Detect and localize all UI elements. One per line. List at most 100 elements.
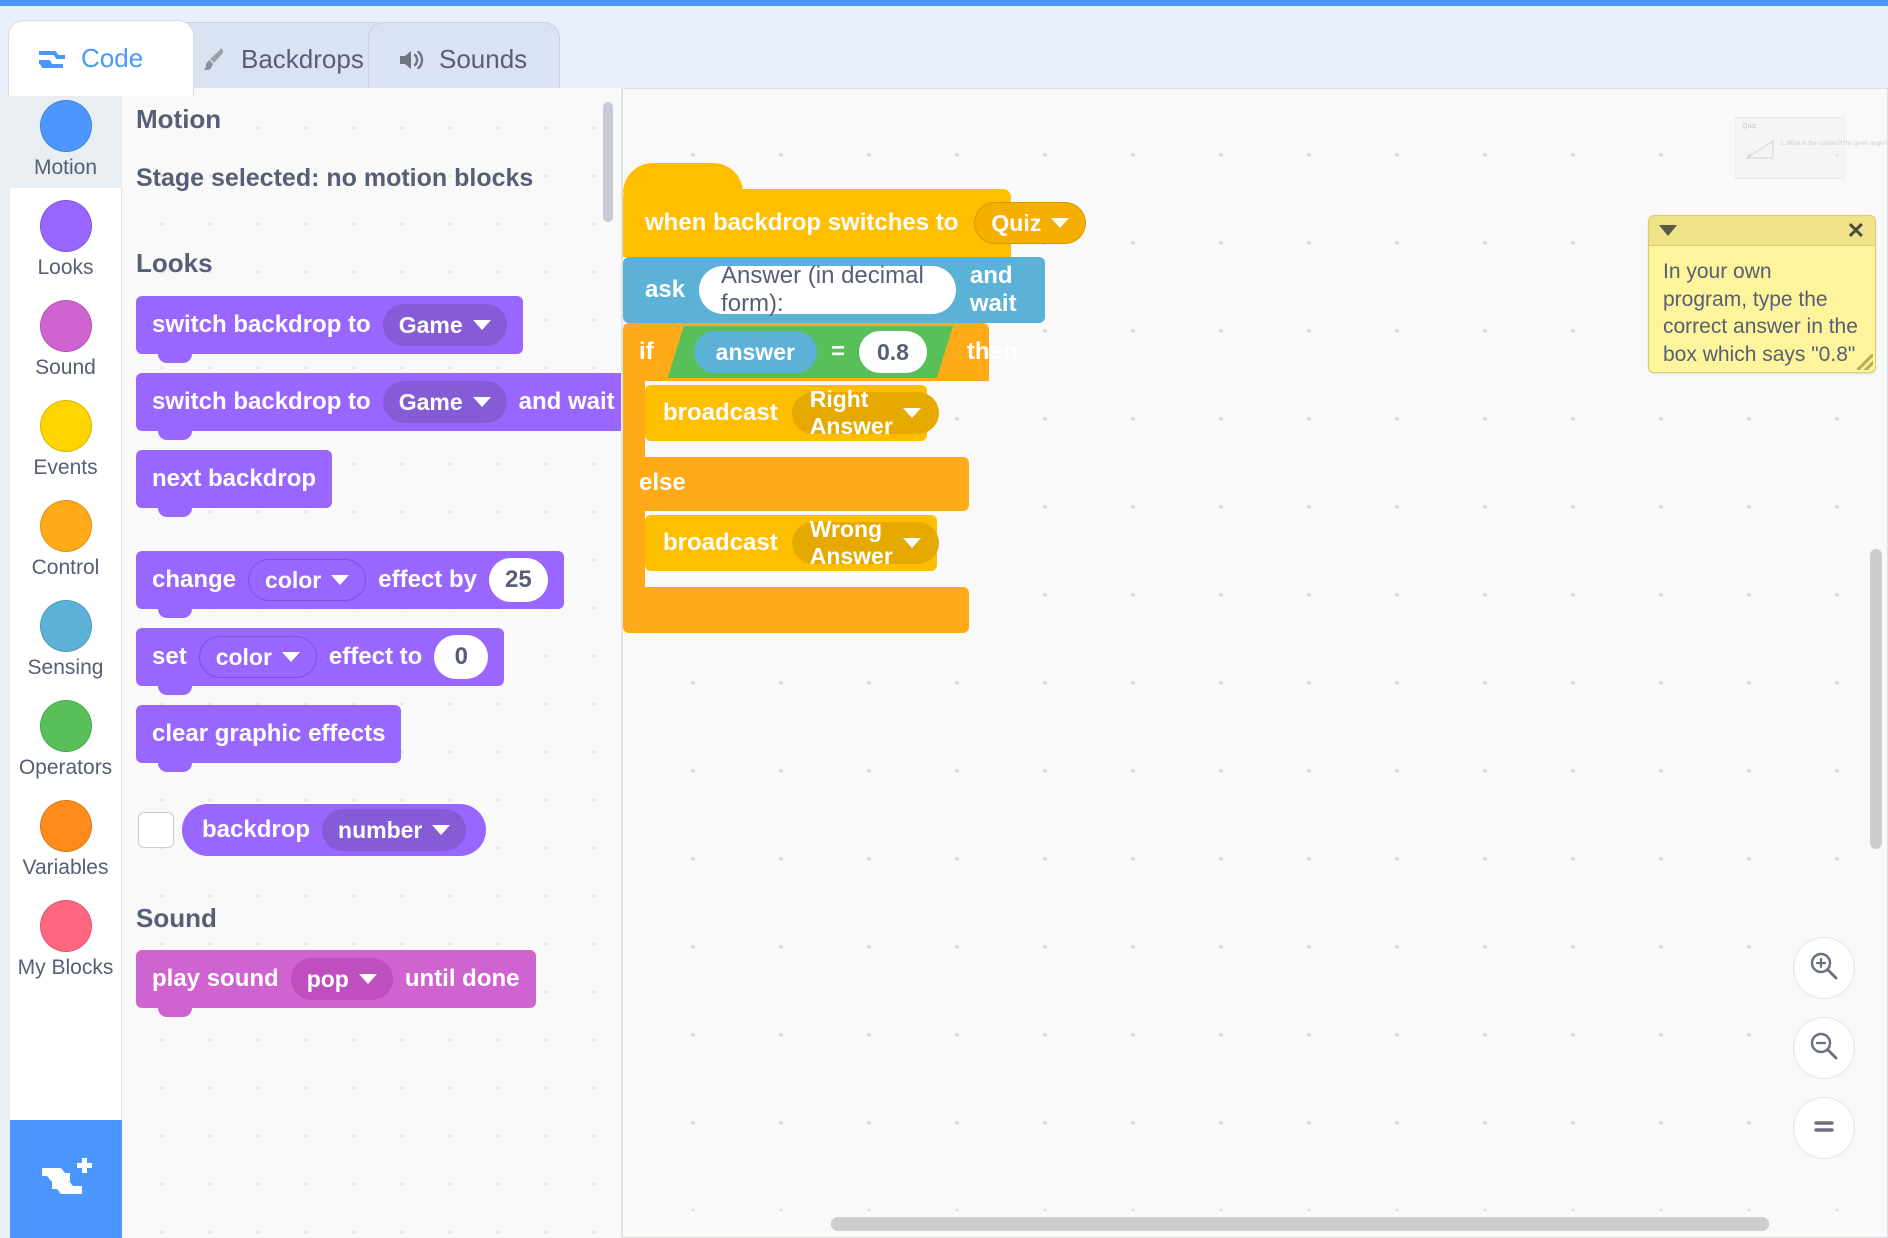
comment-header[interactable]: ✕ [1649, 216, 1875, 246]
sidebar-item-operators[interactable]: Operators [10, 688, 122, 788]
add-extension-icon [38, 1154, 94, 1205]
block-category-list: Motion Looks Sound Events Control Sensin… [9, 88, 122, 1238]
block-notch [158, 1008, 192, 1017]
tab-code[interactable]: Code [8, 20, 194, 96]
block-palette[interactable]: Motion Stage selected: no motion blocks … [122, 88, 622, 1238]
block-label: if [639, 338, 654, 365]
tab-backdrops[interactable]: Backdrops [172, 22, 390, 96]
zoom-controls [1793, 937, 1855, 1159]
block-notch [158, 609, 192, 618]
chevron-down-icon [472, 397, 491, 407]
editor-tab-bar: Code Backdrops Sounds [0, 6, 1888, 96]
block-set-effect[interactable]: set color effect to 0 [136, 628, 505, 695]
magnifier-minus-icon [1807, 1029, 1841, 1068]
block-switch-backdrop[interactable]: switch backdrop to Game [136, 296, 523, 363]
block-label: broadcast [663, 399, 778, 426]
sidebar-item-looks[interactable]: Looks [10, 188, 122, 288]
close-icon[interactable]: ✕ [1847, 219, 1865, 242]
equals-operator-body[interactable]: answer = 0.8 [668, 326, 953, 378]
zoom-in-button[interactable] [1793, 937, 1855, 999]
sound-dropdown[interactable]: pop [290, 958, 393, 1000]
broadcast-message-dropdown[interactable]: Wrong Answer [791, 516, 939, 569]
else-label: else [639, 469, 686, 496]
sidebar-item-label: Operators [18, 756, 113, 779]
speaker-icon [397, 47, 425, 73]
backdrop-dropdown[interactable]: Game [382, 381, 507, 423]
sidebar-item-events[interactable]: Events [10, 388, 122, 488]
effect-value-input[interactable]: 0 [434, 635, 489, 679]
my-blocks-color-dot [39, 900, 92, 952]
chevron-down-icon [902, 408, 921, 418]
sound-color-dot [39, 300, 92, 352]
block-label: when backdrop switches to [645, 209, 959, 236]
add-extension-button[interactable] [10, 1120, 122, 1238]
operators-color-dot [39, 700, 92, 752]
block-label-suffix: and wait [518, 388, 615, 415]
chevron-down-icon [358, 974, 377, 984]
effect-amount-input[interactable]: 25 [488, 558, 548, 602]
sidebar-item-label: Motion [33, 156, 98, 179]
block-broadcast-right-answer[interactable]: broadcast Right Answer [645, 385, 939, 441]
effect-dropdown[interactable]: color [248, 559, 367, 601]
block-equals-operator[interactable]: answer = 0.8 [668, 326, 953, 378]
chevron-down-icon[interactable] [1659, 225, 1677, 236]
block-label: next backdrop [152, 465, 317, 492]
else-bar[interactable]: else [623, 457, 969, 511]
block-label: clear graphic effects [152, 720, 386, 747]
ask-question-input[interactable]: Answer (in decimal form): [699, 262, 956, 317]
block-notch [158, 763, 192, 772]
block-play-sound-until-done[interactable]: play sound pop until done [136, 950, 536, 1017]
comment-text[interactable]: In your own program, type the correct an… [1649, 246, 1875, 372]
block-switch-backdrop-and-wait[interactable]: switch backdrop to Game and wait [136, 373, 621, 440]
block-backdrop-reporter[interactable]: backdrop number [182, 804, 487, 856]
block-label: change [152, 566, 237, 593]
backdrop-property-dropdown[interactable]: number [322, 809, 467, 851]
sidebar-item-sensing[interactable]: Sensing [10, 588, 122, 688]
block-broadcast-wrong-answer[interactable]: broadcast Wrong Answer [645, 515, 939, 571]
comment-resize-handle[interactable] [1857, 354, 1873, 370]
tab-code-label: Code [81, 43, 144, 73]
block-change-effect[interactable]: change color effect by 25 [136, 551, 564, 618]
sidebar-item-label: My Blocks [17, 956, 114, 979]
zoom-out-button[interactable] [1793, 1017, 1855, 1079]
workspace-vertical-scrollbar[interactable] [1870, 549, 1882, 849]
sidebar-item-motion[interactable]: Motion [9, 88, 122, 188]
zoom-reset-button[interactable] [1793, 1097, 1855, 1159]
sidebar-item-my-blocks[interactable]: My Blocks [10, 888, 122, 988]
block-label-suffix: and wait [969, 262, 1017, 317]
backdrop-reporter-checkbox[interactable] [138, 812, 174, 848]
comparison-value-input[interactable]: 0.8 [859, 331, 927, 373]
block-next-backdrop[interactable]: next backdrop [136, 450, 333, 517]
dropdown-value: Right Answer [809, 386, 893, 439]
backdrop-name-dropdown[interactable]: Quiz [974, 202, 1087, 244]
workspace-comment[interactable]: ✕ In your own program, type the correct … [1648, 215, 1876, 373]
code-workspace[interactable]: Quiz 3. What is the cosine of the given … [622, 88, 1888, 1238]
block-label-mid: effect to [328, 643, 423, 670]
sidebar-item-control[interactable]: Control [10, 488, 122, 588]
block-clear-graphic-effects[interactable]: clear graphic effects [136, 705, 402, 772]
palette-scrollbar[interactable] [603, 102, 613, 222]
effect-dropdown[interactable]: color [198, 636, 317, 678]
scratch-editor: Code Backdrops Sounds Motion Looks Sound… [0, 0, 1888, 1238]
sidebar-item-sound[interactable]: Sound [10, 288, 122, 388]
broadcast-message-dropdown[interactable]: Right Answer [791, 386, 939, 439]
dropdown-value: Game [398, 388, 463, 415]
tab-sounds[interactable]: Sounds [368, 22, 560, 96]
dropdown-value: Game [398, 311, 463, 338]
sidebar-item-label: Sensing [27, 656, 104, 679]
tab-sounds-label: Sounds [439, 44, 528, 74]
block-ask-and-wait[interactable]: ask Answer (in decimal form): and wait [623, 257, 1045, 323]
workspace-horizontal-scrollbar[interactable] [831, 1217, 1769, 1231]
block-answer-reporter[interactable]: answer [694, 331, 817, 373]
stage-thumbnail: Quiz 3. What is the cosine of the given … [1735, 117, 1887, 179]
block-notch [158, 686, 192, 695]
palette-section-sound: Sound [136, 903, 217, 933]
hat-block-body[interactable]: when backdrop switches to Quiz [623, 189, 1087, 257]
chevron-down-icon [472, 320, 491, 330]
chevron-down-icon [331, 575, 350, 585]
block-if-else-header[interactable]: if answer = 0.8 then [623, 323, 1018, 381]
workspace-horizontal-scrollbar-track[interactable] [623, 1211, 1887, 1237]
block-label: broadcast [663, 529, 778, 556]
backdrop-dropdown[interactable]: Game [382, 304, 507, 346]
sidebar-item-variables[interactable]: Variables [10, 788, 122, 888]
